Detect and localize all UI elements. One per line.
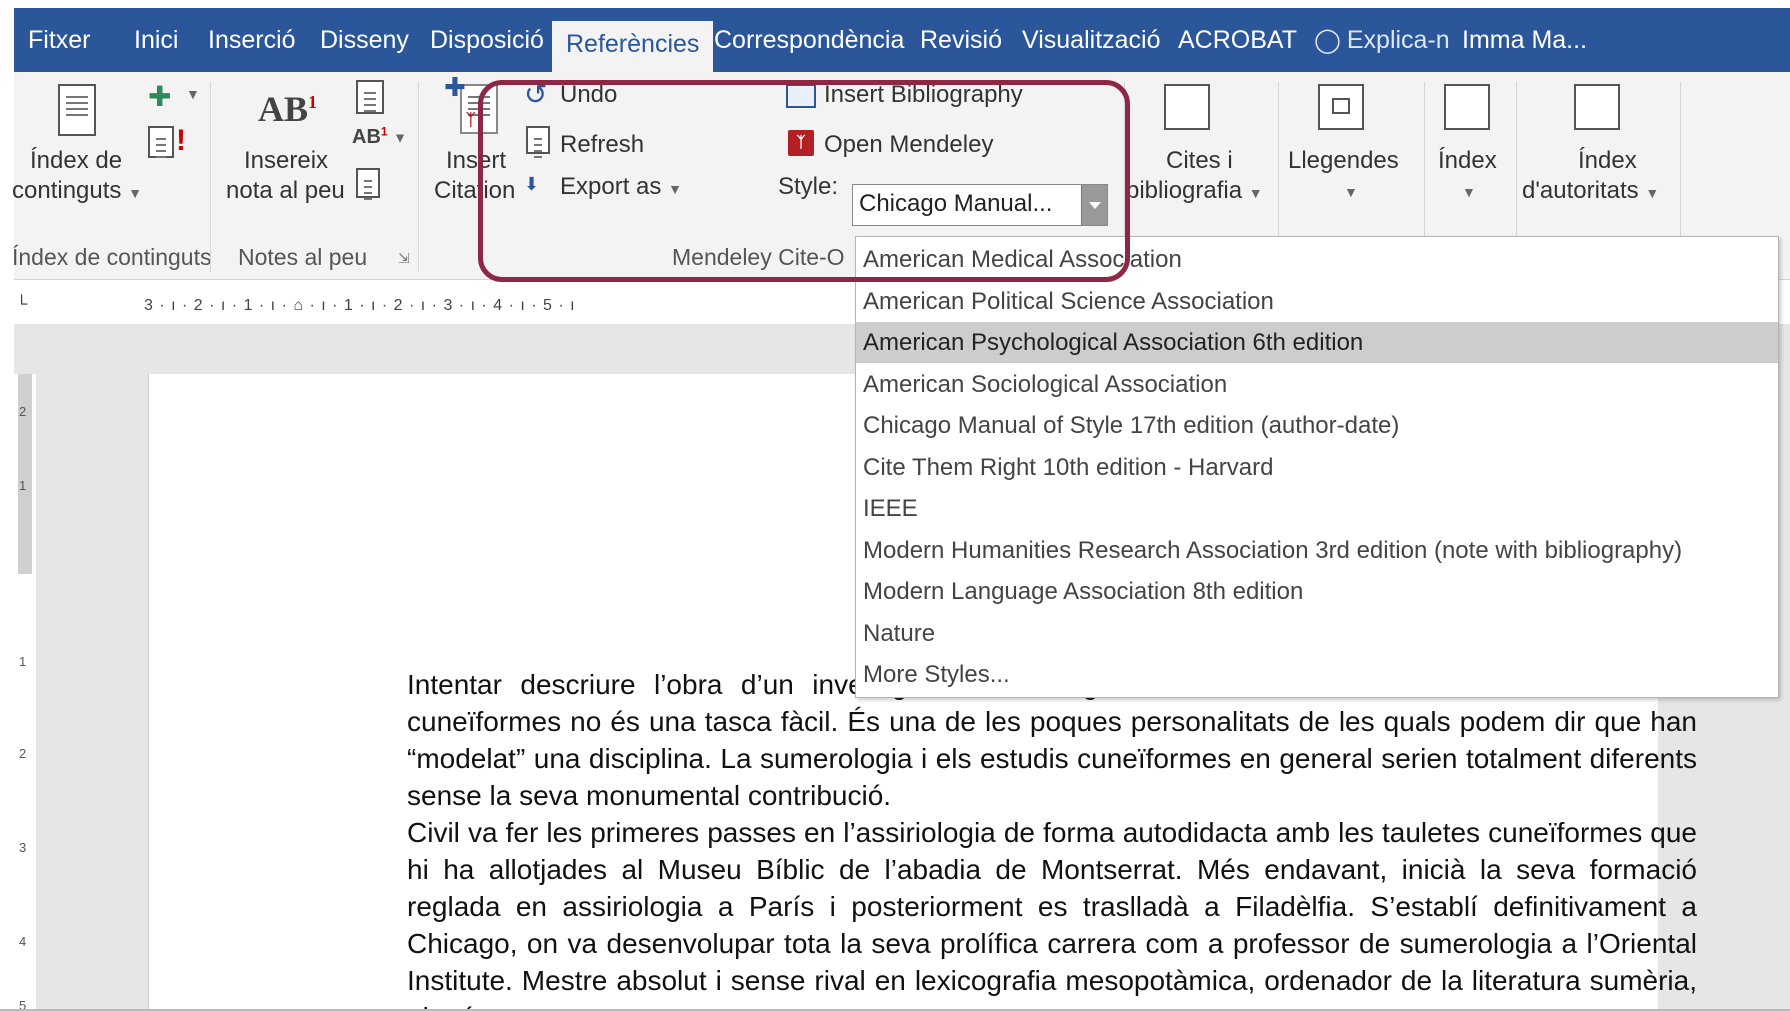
chevron-down-icon: ▼ bbox=[393, 129, 407, 146]
vruler-number: 2 bbox=[19, 746, 27, 761]
footnote-label-line2: nota al peu bbox=[226, 177, 345, 204]
style-option[interactable]: Modern Humanities Research Association 3… bbox=[856, 530, 1778, 571]
tab-fitxer[interactable]: Fitxer bbox=[28, 8, 91, 72]
vruler-number: 3 bbox=[19, 840, 27, 855]
open-mendeley-label: Open Mendeley bbox=[824, 131, 994, 158]
refresh-label: Refresh bbox=[560, 131, 645, 158]
word-window: Fitxer Inici Inserció Disseny Disposició… bbox=[0, 0, 1790, 1011]
style-option[interactable]: Cite Them Right 10th edition - Harvard bbox=[856, 447, 1778, 488]
toc-label-line1: Índex de bbox=[30, 147, 123, 174]
update-table-alert-icon: ! bbox=[176, 124, 186, 157]
citations-line1: Cites i bbox=[1166, 147, 1233, 174]
mendeley-logo-icon: ᛉ bbox=[788, 130, 814, 156]
undo-icon: ↺ bbox=[524, 79, 548, 110]
insert-bibliography-label: Insert Bibliography bbox=[824, 81, 1023, 108]
next-footnote-icon: AB1 bbox=[352, 124, 388, 148]
captions-icon bbox=[1318, 84, 1364, 130]
add-text-icon: ✚ bbox=[148, 81, 172, 112]
tab-inici[interactable]: Inici bbox=[134, 8, 178, 72]
document-body[interactable]: Intentar descriure l’obra d’un investiga… bbox=[407, 666, 1697, 1011]
index-label: Índex bbox=[1438, 147, 1497, 174]
next-footnote-button[interactable]: AB1 ▼ bbox=[352, 124, 407, 149]
tab-correspondencia[interactable]: Correspondència bbox=[714, 8, 904, 72]
export-icon: ⬇ bbox=[524, 174, 540, 194]
show-notes-icon[interactable] bbox=[356, 168, 380, 198]
vruler-number: 1 bbox=[19, 654, 27, 669]
tab-referencies[interactable]: Referències bbox=[552, 21, 714, 72]
vruler-number: 2 bbox=[19, 404, 27, 419]
group-separator bbox=[210, 82, 211, 272]
style-option[interactable]: American Political Science Association bbox=[856, 281, 1778, 322]
style-option[interactable]: IEEE bbox=[856, 488, 1778, 529]
tell-me-label: Explica-n bbox=[1346, 26, 1450, 54]
style-label: Style: bbox=[778, 173, 839, 200]
ribbon-tab-bar: Fitxer Inici Inserció Disseny Disposició… bbox=[14, 8, 1790, 72]
style-option[interactable]: American Sociological Association bbox=[856, 364, 1778, 405]
refresh-icon bbox=[526, 126, 550, 154]
lightbulb-icon: ◯ bbox=[1314, 27, 1341, 54]
plus-icon: ✚ bbox=[444, 72, 466, 102]
dialog-launcher-icon[interactable]: ⇲ bbox=[398, 250, 410, 267]
footnote-label-line1: Insereix bbox=[244, 147, 329, 174]
chevron-down-icon: ▼ bbox=[1645, 185, 1660, 201]
captions-label: Llegendes bbox=[1288, 147, 1399, 174]
style-dropdown-list[interactable]: American Medical Association American Pol… bbox=[855, 236, 1779, 698]
tab-revisio[interactable]: Revisió bbox=[920, 8, 1002, 72]
dropdown-arrow-icon[interactable] bbox=[1081, 185, 1107, 225]
citations-line2: bibliografia ▼ bbox=[1126, 177, 1263, 204]
insert-citation-line2: Citation bbox=[434, 177, 516, 204]
tab-acrobat[interactable]: ACROBAT bbox=[1178, 8, 1297, 72]
chevron-down-icon[interactable]: ▼ bbox=[186, 86, 200, 104]
tab-disseny[interactable]: Disseny bbox=[320, 8, 409, 72]
authorities-line1: Índex bbox=[1578, 147, 1637, 174]
footnotes-group-label: Notes al peu bbox=[238, 244, 368, 270]
add-text-button[interactable]: ✚ bbox=[148, 80, 171, 113]
chevron-down-icon: ▼ bbox=[1462, 184, 1476, 200]
style-option[interactable]: More Styles... bbox=[856, 654, 1778, 695]
insert-citation-line1: Insert bbox=[446, 147, 507, 174]
tell-me-search[interactable]: ◯ Explica-n bbox=[1314, 8, 1450, 72]
chevron-down-icon: ▼ bbox=[1248, 185, 1263, 201]
vertical-ruler[interactable]: 2 1 1 2 3 4 5 bbox=[14, 374, 36, 1011]
vruler-number: 4 bbox=[19, 934, 27, 949]
style-option[interactable]: Modern Language Association 8th edition bbox=[856, 571, 1778, 612]
authorities-line2: d'autoritats ▼ bbox=[1522, 177, 1660, 204]
style-select-value: Chicago Manual... bbox=[859, 190, 1053, 217]
style-option[interactable]: Chicago Manual of Style 17th edition (au… bbox=[856, 405, 1778, 446]
export-as-label: Export as ▼ bbox=[560, 173, 682, 200]
group-separator bbox=[418, 82, 419, 272]
style-option[interactable]: American Psychological Association 6th e… bbox=[856, 322, 1778, 363]
vruler-number: 1 bbox=[19, 478, 27, 493]
insert-endnote-icon[interactable] bbox=[356, 80, 384, 114]
update-table-icon[interactable] bbox=[148, 126, 174, 158]
style-option[interactable]: American Medical Association bbox=[856, 239, 1778, 280]
table-of-contents-icon bbox=[58, 84, 96, 136]
tab-disposicio[interactable]: Disposició bbox=[430, 8, 544, 72]
index-icon bbox=[1444, 84, 1490, 130]
mendeley-group-label: Mendeley Cite-O bbox=[672, 244, 845, 270]
ruler-scale: 3 · ı · 2 · ı · 1 · ı · ⌂ · ı · 1 · ı · … bbox=[144, 294, 874, 318]
tab-selector-icon[interactable]: └ bbox=[16, 296, 27, 314]
authorities-icon bbox=[1574, 84, 1620, 130]
paragraph[interactable]: Civil va fer les primeres passes en l’as… bbox=[407, 814, 1697, 1011]
chevron-down-icon: ▼ bbox=[128, 185, 142, 201]
style-option[interactable]: Nature bbox=[856, 613, 1778, 654]
tab-insercio[interactable]: Inserció bbox=[208, 8, 296, 72]
toc-group-label: Índex de continguts bbox=[12, 244, 212, 270]
undo-label: Undo bbox=[560, 81, 618, 108]
mendeley-icon: ᛉ bbox=[466, 112, 476, 129]
tab-visualitzacio[interactable]: Visualització bbox=[1022, 8, 1161, 72]
user-name[interactable]: Imma Ma... bbox=[1462, 8, 1587, 72]
citations-icon bbox=[1164, 84, 1210, 130]
footnote-ab-icon: AB1 bbox=[258, 89, 318, 129]
style-select[interactable]: Chicago Manual... bbox=[852, 184, 1108, 226]
book-icon bbox=[786, 84, 816, 108]
chevron-down-icon: ▼ bbox=[1344, 184, 1358, 200]
toc-label-line2: continguts ▼ bbox=[12, 177, 142, 204]
chevron-down-icon: ▼ bbox=[668, 181, 682, 197]
